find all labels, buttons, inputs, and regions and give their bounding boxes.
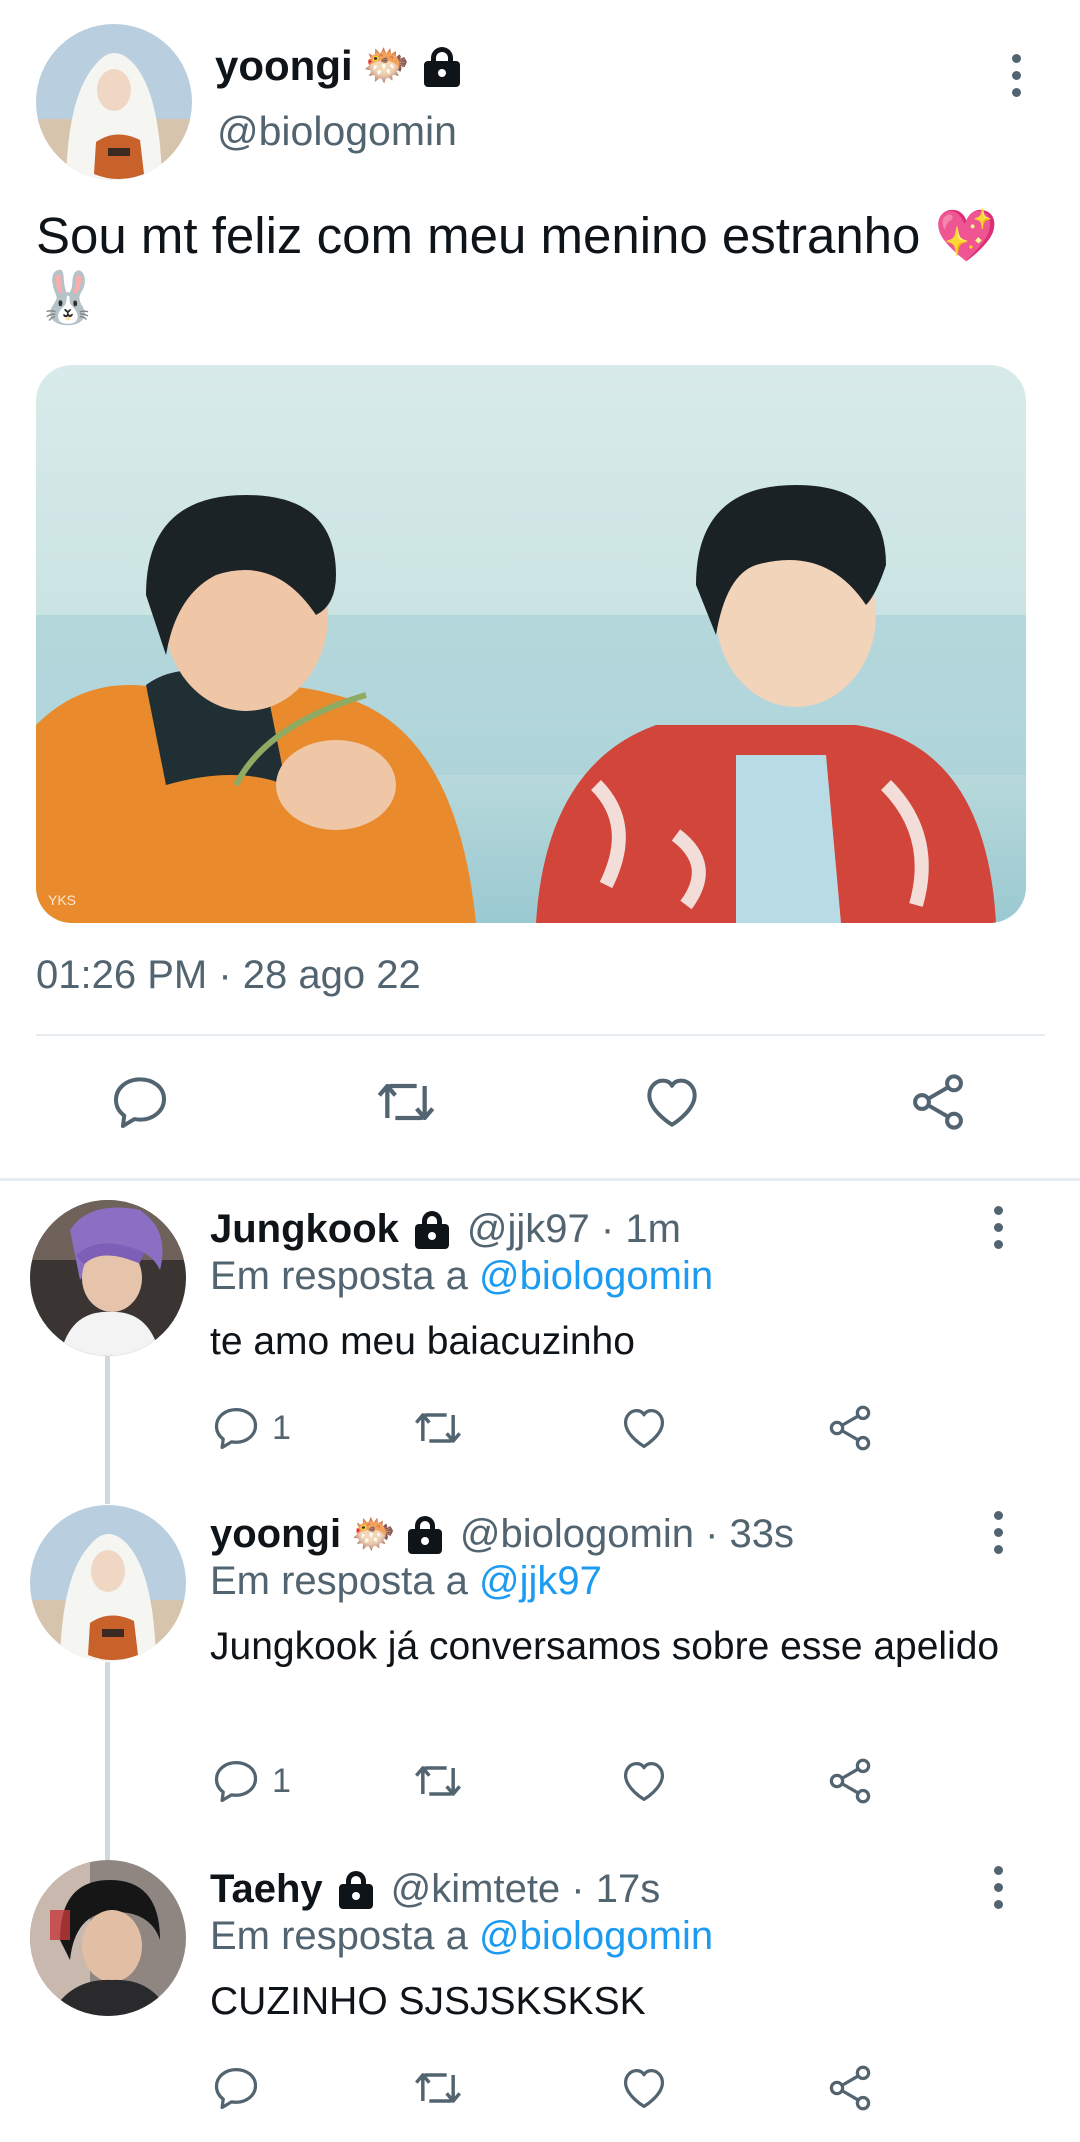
reply-text: Jungkook já conversamos sobre esse apeli… [210, 1625, 1000, 1668]
share-icon [906, 1070, 970, 1134]
reply-text: CUZINHO SJSJSKSKSK [210, 1980, 646, 2023]
replying-to: Em resposta a @biologomin [210, 1254, 713, 1299]
reply-header: Jungkook @jjk97 · 1m [210, 1204, 681, 1254]
like-button[interactable] [640, 1070, 704, 1134]
speech-bubble-icon [210, 1755, 262, 1807]
reply-header: yoongi 🐡 @biologomin · 33s [210, 1509, 794, 1559]
reply-tweet[interactable]: yoongi 🐡 @biologomin · 33s Em resposta a… [0, 1505, 1080, 1845]
photo-watermark: YKS [48, 892, 76, 908]
like-button[interactable] [618, 1755, 670, 1807]
reply-button[interactable] [210, 2062, 262, 2114]
replying-prefix: Em resposta a [210, 1559, 480, 1603]
tweet-text: Sou mt feliz com meu menino estranho 💖🐰 [36, 207, 999, 326]
author-handle[interactable]: @biologomin [217, 108, 457, 155]
replying-prefix: Em resposta a [210, 1914, 480, 1958]
share-icon [824, 1402, 876, 1454]
retweet-button[interactable] [372, 1070, 440, 1134]
main-tweet: yoongi 🐡 @biologomin Sou mt feliz com me… [0, 0, 1080, 1180]
avatar[interactable] [30, 1200, 186, 1356]
mention-link[interactable]: @biologomin [479, 1914, 713, 1958]
like-button[interactable] [618, 2062, 670, 2114]
divider [36, 1034, 1045, 1036]
retweet-icon [372, 1070, 440, 1134]
mention-link[interactable]: @biologomin [479, 1254, 713, 1298]
more-options-icon[interactable] [986, 1204, 1010, 1252]
reply-meta: @jjk97 · 1m [466, 1206, 681, 1251]
avatar-image [30, 1860, 186, 2016]
replying-to: Em resposta a @biologomin [210, 1914, 713, 1959]
retweet-icon [410, 2062, 466, 2114]
reply-count: 1 [272, 1408, 291, 1447]
tweet-photo[interactable]: YKS [36, 365, 1026, 923]
author-name-row[interactable]: yoongi 🐡 [215, 38, 462, 94]
avatar[interactable] [30, 1505, 186, 1661]
more-options-icon[interactable] [986, 1509, 1010, 1557]
pufferfish-emoji: 🐡 [351, 1513, 396, 1554]
reply-header: Taehy @kimtete · 17s [210, 1864, 660, 1914]
share-button[interactable] [906, 1070, 970, 1134]
share-icon [824, 1755, 876, 1807]
more-options-icon[interactable] [986, 1864, 1010, 1912]
lock-icon [406, 1514, 444, 1554]
avatar-image [36, 24, 192, 180]
reply-button[interactable] [108, 1070, 172, 1134]
share-icon [824, 2062, 876, 2114]
share-button[interactable] [824, 1402, 876, 1454]
heart-icon [618, 1402, 670, 1454]
reply-button[interactable]: 1 [210, 1402, 291, 1454]
more-options-icon[interactable] [1004, 52, 1028, 100]
lock-icon [422, 45, 462, 87]
reply-count: 1 [272, 1761, 291, 1800]
lock-icon [337, 1869, 375, 1909]
mention-link[interactable]: @jjk97 [479, 1559, 602, 1603]
retweet-button[interactable] [410, 1755, 466, 1807]
replying-to: Em resposta a @jjk97 [210, 1559, 602, 1604]
tweet-timestamp[interactable]: 01:26 PM · 28 ago 22 [36, 953, 421, 998]
retweet-icon [410, 1755, 466, 1807]
author-name[interactable]: yoongi [215, 42, 353, 90]
reply-text: te amo meu baiacuzinho [210, 1320, 635, 1363]
reply-author-name[interactable]: Taehy [210, 1867, 323, 1912]
reply-author-name[interactable]: Jungkook [210, 1207, 399, 1252]
heart-icon [618, 1755, 670, 1807]
replying-prefix: Em resposta a [210, 1254, 480, 1298]
share-button[interactable] [824, 2062, 876, 2114]
reply-tweet[interactable]: Taehy @kimtete · 17s Em resposta a @biol… [0, 1860, 1080, 2142]
pufferfish-emoji: 🐡 [362, 45, 410, 87]
avatar-image [30, 1505, 186, 1661]
reply-button[interactable]: 1 [210, 1755, 291, 1807]
like-button[interactable] [618, 1402, 670, 1454]
avatar[interactable] [30, 1860, 186, 2016]
avatar[interactable] [36, 24, 192, 180]
heart-icon [640, 1070, 704, 1134]
tweet-action-bar [0, 1070, 1080, 1142]
divider [0, 1178, 1080, 1181]
reply-author-name[interactable]: yoongi [210, 1512, 341, 1557]
reply-meta: @kimtete · 17s [390, 1866, 661, 1911]
lock-icon [413, 1209, 451, 1249]
reply-meta: @biologomin · 33s [459, 1511, 795, 1556]
heart-icon [618, 2062, 670, 2114]
speech-bubble-icon [108, 1070, 172, 1134]
share-button[interactable] [824, 1755, 876, 1807]
avatar-image [30, 1200, 186, 1356]
speech-bubble-icon [210, 2062, 262, 2114]
retweet-button[interactable] [410, 1402, 466, 1454]
retweet-icon [410, 1402, 466, 1454]
reply-tweet[interactable]: Jungkook @jjk97 · 1m Em resposta a @biol… [0, 1200, 1080, 1500]
speech-bubble-icon [210, 1402, 262, 1454]
photo-image: YKS [36, 365, 1026, 923]
retweet-button[interactable] [410, 2062, 466, 2114]
